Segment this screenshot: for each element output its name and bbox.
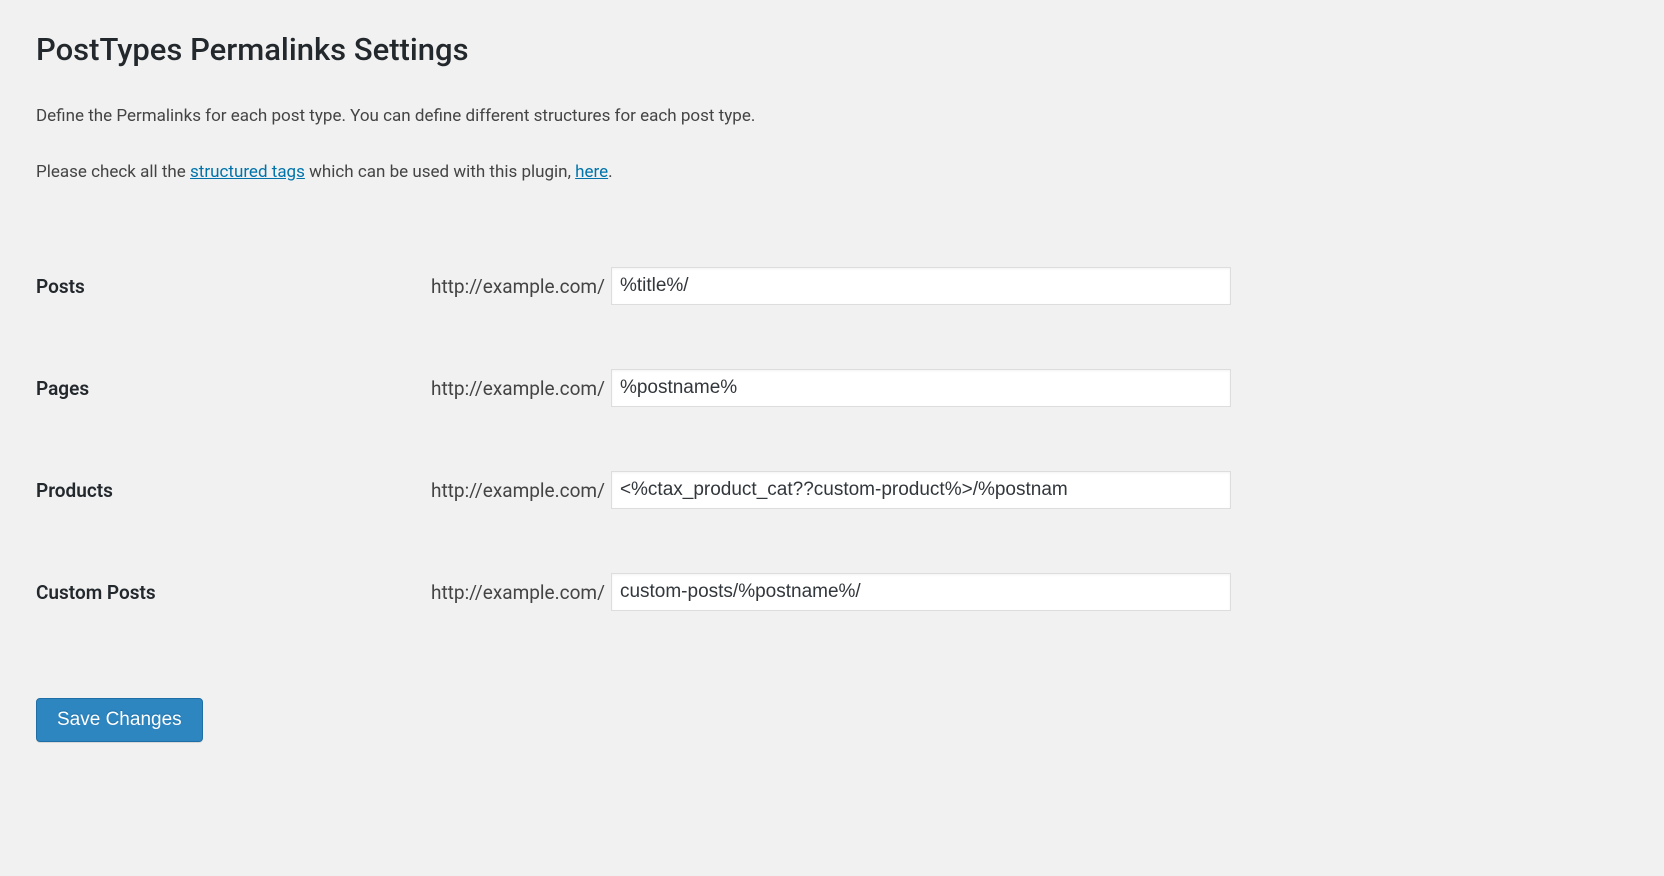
structured-tags-link[interactable]: structured tags [190,162,305,182]
pages-permalink-input[interactable] [611,369,1231,407]
products-permalink-input[interactable] [611,471,1231,509]
url-prefix: http://example.com/ [431,479,605,502]
url-prefix: http://example.com/ [431,275,605,298]
row-label-posts: Posts [36,235,431,337]
row-label-custom-posts: Custom Posts [36,541,431,643]
submit-area: Save Changes [36,698,1628,742]
custom-posts-permalink-input[interactable] [611,573,1231,611]
page-title: PostTypes Permalinks Settings [36,30,1628,70]
here-link[interactable]: here [575,162,608,182]
desc2-middle: which can be used with this plugin, [305,162,575,182]
table-row: Custom Posts http://example.com/ [36,541,1628,643]
url-prefix: http://example.com/ [431,377,605,400]
url-prefix: http://example.com/ [431,581,605,604]
table-row: Products http://example.com/ [36,439,1628,541]
row-label-products: Products [36,439,431,541]
save-button[interactable]: Save Changes [36,698,203,742]
desc2-prefix: Please check all the [36,162,190,182]
posts-permalink-input[interactable] [611,267,1231,305]
table-row: Pages http://example.com/ [36,337,1628,439]
description-line-2: Please check all the structured tags whi… [36,160,1628,186]
description-line-1: Define the Permalinks for each post type… [36,104,1628,130]
desc2-suffix: . [608,162,612,182]
permalinks-table: Posts http://example.com/ Pages http://e… [36,235,1628,643]
row-label-pages: Pages [36,337,431,439]
table-row: Posts http://example.com/ [36,235,1628,337]
